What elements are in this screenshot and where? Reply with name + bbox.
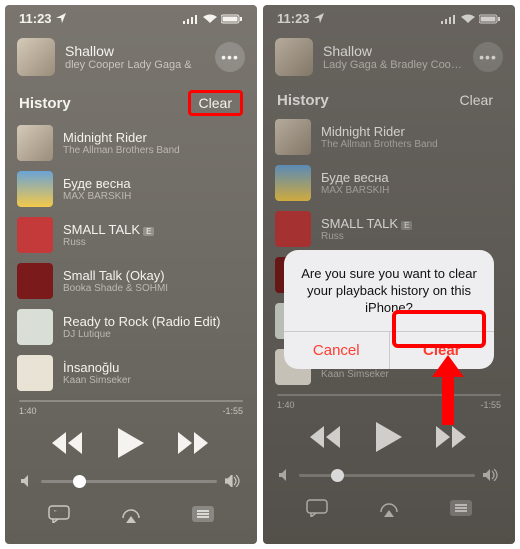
time-elapsed: 1:40 bbox=[19, 406, 37, 416]
svg-text:": " bbox=[54, 510, 57, 517]
history-row[interactable]: SMALL TALKE Russ bbox=[17, 212, 257, 258]
battery-icon bbox=[221, 14, 243, 24]
track-art bbox=[17, 217, 53, 253]
play-button[interactable] bbox=[118, 428, 144, 463]
location-icon bbox=[56, 11, 66, 26]
track-art bbox=[17, 171, 53, 207]
annotation-arrow-icon bbox=[428, 355, 468, 425]
track-artist: The Allman Brothers Band bbox=[63, 145, 245, 156]
track-title: Ready to Rock (Radio Edit) bbox=[63, 314, 245, 329]
bottom-toolbar: " bbox=[5, 497, 257, 538]
clear-history-button[interactable]: Clear bbox=[188, 90, 243, 116]
status-bar: 11:23 bbox=[5, 5, 257, 30]
queue-button[interactable] bbox=[192, 506, 214, 527]
track-artist: DJ Lutique bbox=[63, 329, 245, 340]
now-playing-artist: dley Cooper Lady Gaga & bbox=[65, 59, 205, 71]
phone-left: 11:23 Shallow dley Cooper Lady Gaga & ••… bbox=[5, 5, 257, 544]
track-artist: Russ bbox=[63, 237, 245, 248]
lyrics-button[interactable]: " bbox=[48, 505, 70, 528]
history-row[interactable]: Small Talk (Okay) Booka Shade & SOHMI bbox=[17, 258, 257, 304]
track-art bbox=[17, 125, 53, 161]
status-time: 11:23 bbox=[19, 11, 52, 26]
status-right bbox=[183, 14, 243, 24]
history-row[interactable]: İnsanoğlu Kaan Simseker bbox=[17, 350, 257, 396]
track-artist: Kaan Simseker bbox=[63, 375, 245, 386]
history-row[interactable]: Буде весна MAX BARSKIH bbox=[17, 166, 257, 212]
volume-low-icon bbox=[21, 475, 33, 487]
track-title: SMALL TALKE bbox=[63, 222, 245, 237]
track-artist: Booka Shade & SOHMI bbox=[63, 283, 245, 294]
volume-slider[interactable] bbox=[5, 469, 257, 497]
now-playing-art bbox=[17, 38, 55, 76]
airplay-button[interactable] bbox=[120, 505, 142, 528]
track-art bbox=[17, 355, 53, 391]
track-title: Буде весна bbox=[63, 176, 245, 191]
signal-icon bbox=[183, 14, 199, 24]
playback-controls bbox=[5, 416, 257, 469]
track-art bbox=[17, 263, 53, 299]
volume-thumb[interactable] bbox=[73, 475, 86, 488]
alert-overlay: Are you sure you want to clear your play… bbox=[263, 5, 515, 544]
now-playing[interactable]: Shallow dley Cooper Lady Gaga & ••• bbox=[5, 30, 257, 84]
history-row[interactable]: Midnight Rider The Allman Brothers Band bbox=[17, 120, 257, 166]
history-heading: History bbox=[19, 95, 71, 112]
rewind-button[interactable] bbox=[50, 432, 84, 459]
track-artist: MAX BARSKIH bbox=[63, 191, 245, 202]
track-title: İnsanoğlu bbox=[63, 360, 245, 375]
track-art bbox=[17, 309, 53, 345]
confirm-clear-alert: Are you sure you want to clear your play… bbox=[284, 250, 494, 369]
volume-high-icon bbox=[225, 475, 241, 487]
history-row[interactable]: Ready to Rock (Radio Edit) DJ Lutique bbox=[17, 304, 257, 350]
more-button[interactable]: ••• bbox=[215, 42, 245, 72]
playback-scrubber[interactable]: 1:40 -1:55 bbox=[5, 396, 257, 416]
forward-button[interactable] bbox=[178, 432, 212, 459]
now-playing-title: Shallow bbox=[65, 43, 205, 59]
annotation-highlight bbox=[392, 310, 486, 348]
track-title: Small Talk (Okay) bbox=[63, 268, 245, 283]
alert-cancel-button[interactable]: Cancel bbox=[284, 332, 390, 369]
phone-right: 11:23 Shallow Lady Gaga & Bradley Cooper… bbox=[263, 5, 515, 544]
explicit-badge: E bbox=[143, 227, 154, 236]
wifi-icon bbox=[203, 14, 217, 24]
history-list[interactable]: Midnight Rider The Allman Brothers Band … bbox=[5, 120, 257, 396]
time-remaining: -1:55 bbox=[222, 406, 243, 416]
track-title: Midnight Rider bbox=[63, 130, 245, 145]
